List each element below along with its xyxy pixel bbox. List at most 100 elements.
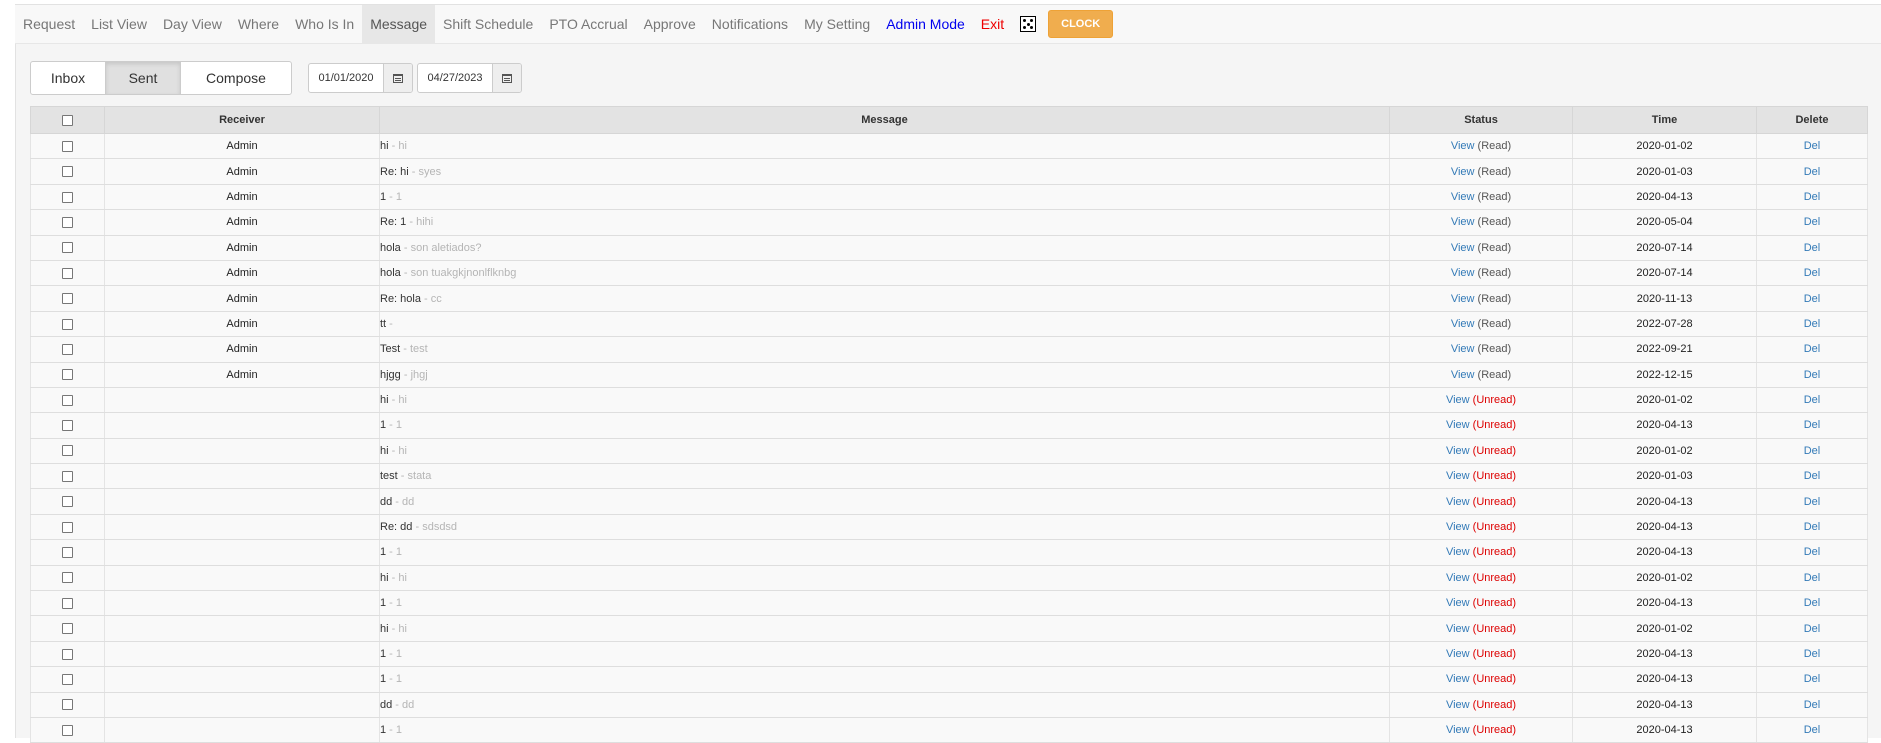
clock-button[interactable]: CLOCK bbox=[1048, 10, 1114, 38]
message-cell[interactable]: hola - son aletiados? bbox=[379, 235, 1390, 261]
message-cell[interactable]: 1 - 1 bbox=[379, 412, 1390, 439]
view-link[interactable]: View bbox=[1451, 140, 1475, 152]
nav-item-where[interactable]: Where bbox=[230, 5, 287, 43]
view-link[interactable]: View bbox=[1446, 470, 1470, 482]
date-from-input[interactable]: 01/01/2020 bbox=[309, 64, 384, 92]
view-link[interactable]: View bbox=[1451, 318, 1475, 330]
row-checkbox[interactable] bbox=[62, 470, 73, 482]
view-link[interactable]: View bbox=[1446, 521, 1470, 533]
delete-link[interactable]: Del bbox=[1804, 369, 1821, 381]
delete-link[interactable]: Del bbox=[1804, 318, 1821, 330]
delete-link[interactable]: Del bbox=[1804, 140, 1821, 152]
delete-link[interactable]: Del bbox=[1804, 394, 1821, 406]
message-cell[interactable]: hi - hi bbox=[379, 438, 1390, 465]
view-link[interactable]: View bbox=[1446, 572, 1470, 584]
delete-link[interactable]: Del bbox=[1804, 166, 1821, 178]
nav-item-shift-schedule[interactable]: Shift Schedule bbox=[435, 5, 541, 43]
nav-item-admin-mode[interactable]: Admin Mode bbox=[878, 5, 973, 43]
message-cell[interactable]: 1 - 1 bbox=[379, 590, 1390, 617]
delete-link[interactable]: Del bbox=[1804, 445, 1821, 457]
delete-link[interactable]: Del bbox=[1804, 267, 1821, 279]
view-link[interactable]: View bbox=[1451, 267, 1475, 279]
message-cell[interactable]: hjgg - jhgj bbox=[379, 362, 1390, 388]
delete-link[interactable]: Del bbox=[1804, 521, 1821, 533]
message-cell[interactable]: dd - dd bbox=[379, 692, 1390, 718]
view-link[interactable]: View bbox=[1446, 419, 1470, 431]
delete-link[interactable]: Del bbox=[1804, 597, 1821, 609]
message-cell[interactable]: Re: hola - cc bbox=[379, 285, 1390, 312]
nav-item-request[interactable]: Request bbox=[15, 5, 83, 43]
row-checkbox[interactable] bbox=[62, 496, 73, 508]
row-checkbox[interactable] bbox=[62, 623, 73, 635]
view-link[interactable]: View bbox=[1451, 191, 1475, 203]
message-cell[interactable]: hi - hi bbox=[379, 387, 1390, 414]
view-link[interactable]: View bbox=[1451, 216, 1475, 228]
delete-link[interactable]: Del bbox=[1804, 623, 1821, 635]
delete-link[interactable]: Del bbox=[1804, 699, 1821, 711]
nav-item-notifications[interactable]: Notifications bbox=[704, 5, 796, 43]
nav-item-pto-accrual[interactable]: PTO Accrual bbox=[541, 5, 635, 43]
row-checkbox[interactable] bbox=[62, 216, 73, 228]
view-link[interactable]: View bbox=[1451, 343, 1475, 355]
view-link[interactable]: View bbox=[1446, 597, 1470, 609]
row-checkbox[interactable] bbox=[62, 267, 73, 279]
nav-item-exit[interactable]: Exit bbox=[973, 5, 1012, 43]
message-cell[interactable]: Re: 1 - hihi bbox=[379, 209, 1390, 236]
message-cell[interactable]: hi - hi bbox=[379, 133, 1390, 160]
row-checkbox[interactable] bbox=[62, 673, 73, 685]
delete-link[interactable]: Del bbox=[1804, 419, 1821, 431]
message-cell[interactable]: 1 - 1 bbox=[379, 717, 1390, 743]
row-checkbox[interactable] bbox=[62, 140, 73, 152]
view-link[interactable]: View bbox=[1451, 242, 1475, 254]
nav-item-list-view[interactable]: List View bbox=[83, 5, 155, 43]
message-cell[interactable]: hi - hi bbox=[379, 615, 1390, 642]
date-from-calendar-button[interactable] bbox=[384, 64, 412, 92]
select-all-checkbox[interactable] bbox=[62, 114, 73, 126]
delete-link[interactable]: Del bbox=[1804, 546, 1821, 558]
delete-link[interactable]: Del bbox=[1804, 242, 1821, 254]
row-checkbox[interactable] bbox=[62, 445, 73, 457]
message-cell[interactable]: 1 - 1 bbox=[379, 641, 1390, 668]
row-checkbox[interactable] bbox=[62, 369, 73, 381]
row-checkbox[interactable] bbox=[62, 420, 73, 432]
row-checkbox[interactable] bbox=[62, 547, 73, 559]
message-cell[interactable]: hi - hi bbox=[379, 565, 1390, 592]
view-link[interactable]: View bbox=[1451, 293, 1475, 305]
message-cell[interactable]: 1 - 1 bbox=[379, 184, 1390, 211]
row-checkbox[interactable] bbox=[62, 191, 73, 203]
view-link[interactable]: View bbox=[1451, 166, 1475, 178]
view-link[interactable]: View bbox=[1446, 496, 1470, 508]
view-link[interactable]: View bbox=[1446, 546, 1470, 558]
delete-link[interactable]: Del bbox=[1804, 343, 1821, 355]
row-checkbox[interactable] bbox=[62, 318, 73, 330]
row-checkbox[interactable] bbox=[62, 166, 73, 178]
nav-item-who-is-in[interactable]: Who Is In bbox=[287, 5, 362, 43]
delete-link[interactable]: Del bbox=[1804, 293, 1821, 305]
message-cell[interactable]: 1 - 1 bbox=[379, 539, 1390, 566]
message-cell[interactable]: hola - son tuakgkjnonlflknbg bbox=[379, 260, 1390, 287]
row-checkbox[interactable] bbox=[62, 242, 73, 254]
message-cell[interactable]: test - stata bbox=[379, 463, 1390, 490]
message-cell[interactable]: Re: hi - syes bbox=[379, 158, 1390, 185]
delete-link[interactable]: Del bbox=[1804, 724, 1821, 736]
delete-link[interactable]: Del bbox=[1804, 572, 1821, 584]
row-checkbox[interactable] bbox=[62, 343, 73, 355]
view-link[interactable]: View bbox=[1446, 724, 1470, 736]
view-link[interactable]: View bbox=[1451, 369, 1475, 381]
row-checkbox[interactable] bbox=[62, 394, 73, 406]
nav-item-my-setting[interactable]: My Setting bbox=[796, 5, 878, 43]
view-link[interactable]: View bbox=[1446, 673, 1470, 685]
view-link[interactable]: View bbox=[1446, 648, 1470, 660]
date-to-input[interactable]: 04/27/2023 bbox=[418, 64, 493, 92]
row-checkbox[interactable] bbox=[62, 293, 73, 305]
delete-link[interactable]: Del bbox=[1804, 648, 1821, 660]
message-cell[interactable]: Re: dd - sdsdsd bbox=[379, 514, 1390, 541]
tab-inbox[interactable]: Inbox bbox=[31, 62, 106, 94]
row-checkbox[interactable] bbox=[62, 699, 73, 711]
row-checkbox[interactable] bbox=[62, 597, 73, 609]
tab-compose[interactable]: Compose bbox=[181, 62, 291, 94]
message-cell[interactable]: dd - dd bbox=[379, 488, 1390, 515]
dice-icon[interactable] bbox=[1020, 16, 1037, 32]
message-cell[interactable]: 1 - 1 bbox=[379, 666, 1390, 693]
delete-link[interactable]: Del bbox=[1804, 673, 1821, 685]
